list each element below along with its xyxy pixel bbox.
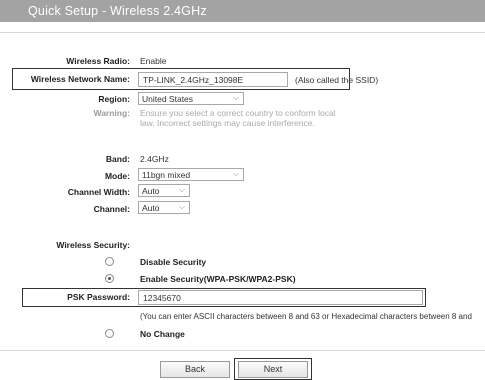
channel-value: Auto bbox=[142, 203, 160, 213]
channel-width-label: Channel Width: bbox=[67, 187, 130, 197]
channel-width-select[interactable]: Auto ⌵ bbox=[138, 184, 190, 197]
enable-security-option[interactable]: Enable Security(WPA-PSK/WPA2-PSK) bbox=[140, 274, 296, 284]
radio-button-icon[interactable] bbox=[105, 329, 114, 338]
radio-button-icon[interactable] bbox=[105, 274, 114, 283]
ssid-hint: (Also called the SSID) bbox=[295, 75, 379, 85]
back-button[interactable]: Back bbox=[160, 361, 230, 378]
mode-value: 11bgn mixed bbox=[142, 170, 191, 180]
wireless-radio-value: Enable bbox=[140, 56, 167, 66]
network-name-label: Wireless Network Name: bbox=[30, 74, 130, 84]
band-label: Band: bbox=[105, 154, 130, 164]
next-button[interactable]: Next bbox=[238, 361, 308, 378]
region-value: United States bbox=[142, 94, 194, 104]
channel-select[interactable]: Auto ⌵ bbox=[138, 201, 190, 214]
band-value: 2.4GHz bbox=[140, 154, 169, 164]
chevron-down-icon: ⌵ bbox=[232, 169, 239, 178]
network-name-input[interactable]: TP-LINK_2.4GHz_13098E bbox=[138, 72, 288, 87]
warning-label: Warning: bbox=[93, 108, 130, 118]
chevron-down-icon: ⌵ bbox=[232, 93, 239, 102]
disable-security-option[interactable]: Disable Security bbox=[140, 257, 206, 267]
wireless-radio-label: Wireless Radio: bbox=[66, 56, 130, 66]
page-header: Quick Setup - Wireless 2.4GHz bbox=[0, 0, 485, 22]
divider bbox=[0, 32, 485, 33]
mode-label: Mode: bbox=[104, 171, 130, 181]
channel-label: Channel: bbox=[93, 204, 130, 214]
radio-button-icon[interactable] bbox=[105, 257, 114, 266]
psk-label: PSK Password: bbox=[67, 292, 130, 302]
mode-select[interactable]: 11bgn mixed ⌵ bbox=[138, 168, 244, 181]
chevron-down-icon: ⌵ bbox=[178, 202, 185, 211]
page-title: Quick Setup - Wireless 2.4GHz bbox=[28, 4, 207, 18]
channel-width-value: Auto bbox=[142, 186, 160, 196]
psk-hint: (You can enter ASCII characters between … bbox=[140, 312, 472, 321]
divider bbox=[0, 350, 485, 351]
warning-text: Ensure you select a correct country to c… bbox=[140, 108, 336, 128]
region-select[interactable]: United States ⌵ bbox=[138, 92, 244, 105]
wireless-security-label: Wireless Security: bbox=[56, 240, 130, 250]
region-label: Region: bbox=[98, 94, 130, 104]
chevron-down-icon: ⌵ bbox=[178, 185, 185, 194]
psk-password-input[interactable]: 12345670 bbox=[138, 290, 423, 305]
no-change-option[interactable]: No Change bbox=[140, 329, 185, 339]
